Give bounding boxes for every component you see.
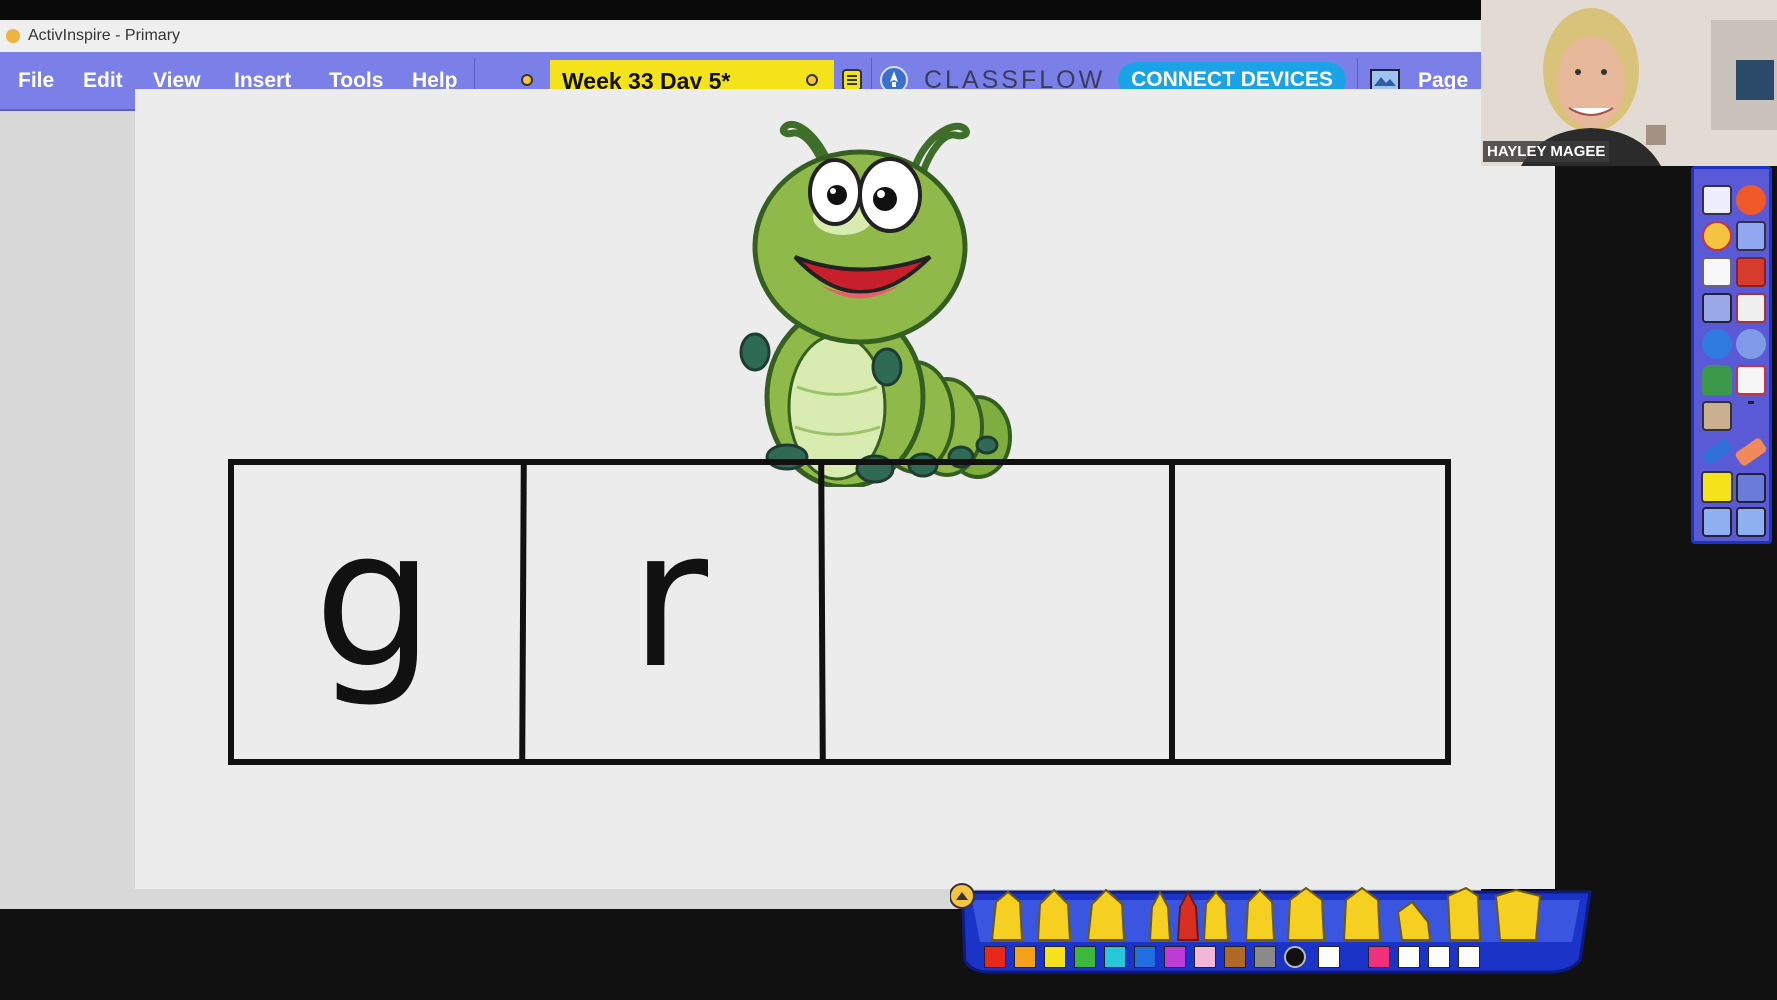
- eraser-red-icon[interactable]: [1736, 257, 1766, 287]
- marker-icon[interactable]: [1700, 437, 1734, 467]
- box-divider: [818, 464, 826, 760]
- color-swatch-custom-1[interactable]: [1398, 946, 1420, 968]
- letter-box-1[interactable]: g: [234, 505, 514, 695]
- grid-icon[interactable]: [1702, 293, 1732, 323]
- highlighter-icon[interactable]: [1701, 471, 1733, 503]
- color-swatch-yellow[interactable]: [1044, 946, 1066, 968]
- page-browser-icon[interactable]: [1702, 185, 1732, 215]
- webcam-video: HAYLEY MAGEE: [1481, 0, 1777, 166]
- color-swatch-custom-3[interactable]: [1458, 946, 1480, 968]
- color-swatch-brown[interactable]: [1224, 946, 1246, 968]
- camera-icon[interactable]: [1736, 293, 1766, 323]
- color-swatch-purple[interactable]: [1164, 946, 1186, 968]
- letter-box-2[interactable]: r: [529, 505, 809, 695]
- redo-icon[interactable]: [1736, 329, 1766, 359]
- color-swatch-red[interactable]: [984, 946, 1006, 968]
- color-swatch-green[interactable]: [1074, 946, 1096, 968]
- box-divider: [519, 464, 527, 760]
- color-swatch-custom-2[interactable]: [1428, 946, 1450, 968]
- caterpillar-image: [739, 121, 1012, 487]
- select-icon[interactable]: [1736, 473, 1766, 503]
- fill-icon[interactable]: [1702, 401, 1732, 431]
- delete-icon[interactable]: [1736, 365, 1766, 395]
- color-swatch-orange[interactable]: [1014, 946, 1036, 968]
- flipchart-page[interactable]: g r: [135, 89, 1555, 889]
- screen-icon[interactable]: [1736, 221, 1766, 251]
- menu-file[interactable]: File: [18, 52, 54, 109]
- app-icon: [6, 29, 20, 43]
- color-swatch-grey[interactable]: [1254, 946, 1276, 968]
- color-swatch-blue[interactable]: [1134, 946, 1156, 968]
- next-page-icon[interactable]: [1736, 507, 1766, 537]
- undo-icon[interactable]: [1702, 329, 1732, 359]
- pen-red-icon[interactable]: [1736, 185, 1766, 215]
- close-document-icon[interactable]: [806, 74, 818, 86]
- circle-shape-icon[interactable]: [1702, 221, 1732, 251]
- menu-edit[interactable]: Edit: [83, 52, 123, 109]
- close-tab-left-icon[interactable]: [521, 74, 533, 86]
- color-swatch-black[interactable]: [1284, 946, 1306, 968]
- main-toolbox: [1691, 166, 1772, 544]
- title-bar: ActivInspire - Primary: [0, 20, 1481, 52]
- color-swatch-white[interactable]: [1318, 946, 1340, 968]
- color-swatch-pink[interactable]: [1194, 946, 1216, 968]
- document-icon[interactable]: [1702, 257, 1732, 287]
- previous-page-icon[interactable]: [1702, 507, 1732, 537]
- color-swatch-magenta[interactable]: [1368, 946, 1390, 968]
- text-icon[interactable]: [1736, 401, 1766, 431]
- bottle-icon[interactable]: [1702, 365, 1732, 395]
- color-swatch-cyan[interactable]: [1104, 946, 1126, 968]
- window-title: ActivInspire - Primary: [28, 27, 181, 44]
- box-divider: [1169, 465, 1175, 759]
- eraser-icon[interactable]: [1734, 436, 1768, 468]
- participant-name: HAYLEY MAGEE: [1483, 141, 1610, 162]
- letter-boxes[interactable]: g r: [228, 459, 1451, 765]
